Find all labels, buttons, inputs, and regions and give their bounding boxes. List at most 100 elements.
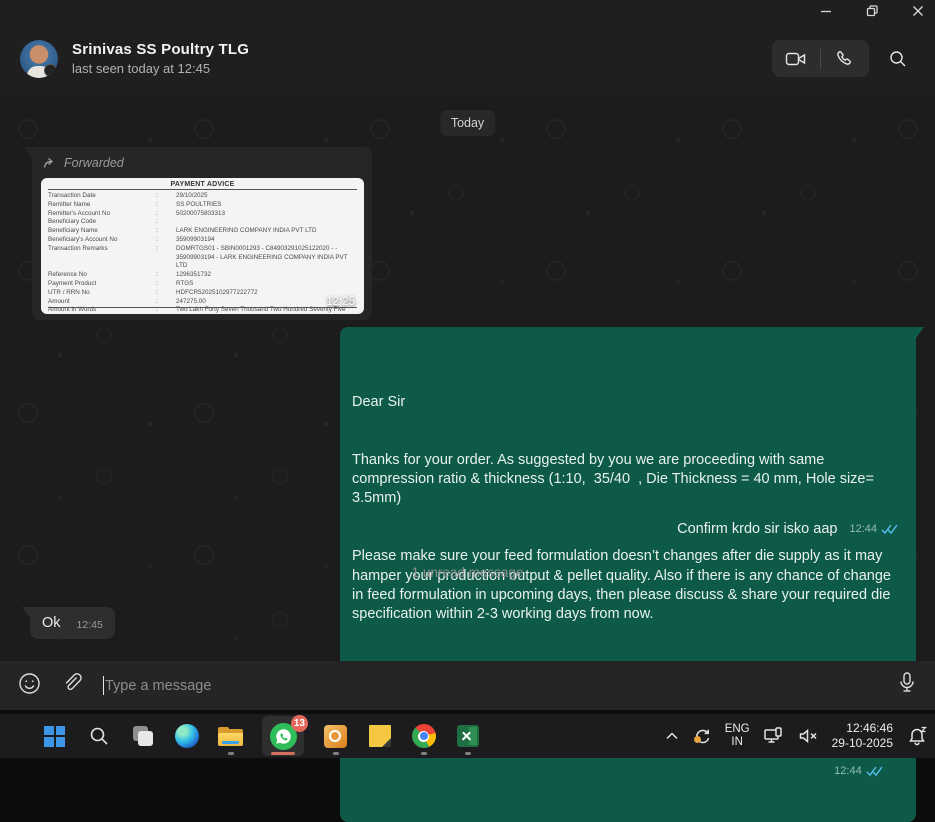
payment-divider-bottom bbox=[48, 307, 357, 308]
payment-row: UTR / RRN No : HDFCR52025102977222772 bbox=[48, 289, 357, 298]
chrome-icon bbox=[412, 724, 436, 748]
taskbar-clock[interactable]: 12:46:46 29-10-2025 bbox=[832, 721, 893, 751]
sticky-notes-icon bbox=[369, 725, 391, 747]
edge-icon bbox=[175, 724, 199, 748]
title-bar bbox=[0, 0, 935, 22]
sticky-notes-button[interactable] bbox=[367, 716, 392, 756]
bubble-tail bbox=[916, 327, 924, 338]
voice-call-button[interactable] bbox=[828, 42, 862, 76]
message-input[interactable]: Type a message bbox=[103, 676, 877, 695]
bubble-tail bbox=[22, 607, 30, 618]
payment-row-label: Beneficiary Code bbox=[48, 218, 138, 227]
chrome-button[interactable] bbox=[411, 716, 436, 756]
payment-row-value bbox=[176, 218, 357, 227]
running-indicator bbox=[421, 752, 427, 755]
task-view-button[interactable] bbox=[130, 716, 155, 756]
payment-row-value: 1296351732 bbox=[176, 271, 357, 280]
folder-icon bbox=[218, 727, 243, 746]
volume-muted-icon bbox=[798, 727, 819, 745]
running-indicator bbox=[228, 752, 234, 755]
payment-row: Beneficiary's Account No : 35909903194 bbox=[48, 236, 357, 245]
payment-row-label: Beneficiary Name bbox=[48, 227, 138, 236]
language-line2: IN bbox=[725, 736, 750, 749]
payment-row-label: Transaction Remarks bbox=[48, 245, 138, 271]
contact-name: Srinivas SS Poultry TLG bbox=[72, 41, 772, 58]
contact-info[interactable]: Srinivas SS Poultry TLG last seen today … bbox=[72, 41, 772, 76]
taskbar-apps: 13 bbox=[42, 714, 480, 758]
running-indicator bbox=[465, 752, 471, 755]
avatar[interactable] bbox=[20, 40, 58, 78]
message-meta: 12:44 bbox=[849, 523, 898, 535]
message-time: 12:45 bbox=[77, 619, 103, 631]
window-controls bbox=[819, 0, 925, 22]
payment-row-label: UTR / RRN No bbox=[48, 289, 138, 298]
payment-row-colon: : bbox=[138, 192, 176, 201]
conversation-panel[interactable]: Today Forwarded PAYMENT ADVICE Transacti… bbox=[0, 95, 935, 661]
message-time: 12:44 bbox=[849, 523, 877, 535]
payment-row-colon: : bbox=[138, 298, 176, 307]
message-line: Please make sure your feed formulation d… bbox=[352, 547, 904, 624]
notification-center-button[interactable] bbox=[906, 726, 927, 746]
search-icon bbox=[88, 725, 110, 747]
incoming-forwarded-message[interactable]: Forwarded PAYMENT ADVICE Transaction Dat… bbox=[32, 147, 372, 320]
message-line: Thanks for your order. As suggested by y… bbox=[352, 451, 904, 509]
input-placeholder: Type a message bbox=[105, 678, 211, 694]
excel-icon bbox=[457, 725, 479, 747]
restore-button[interactable] bbox=[865, 4, 879, 18]
message-composer: Type a message bbox=[0, 661, 935, 710]
incoming-message-ok[interactable]: Ok 12:45 bbox=[30, 607, 115, 639]
forwarded-label: Forwarded bbox=[64, 156, 124, 170]
language-indicator[interactable]: ENG IN bbox=[725, 723, 750, 749]
payment-row: Transaction Date : 29/10/2025 bbox=[48, 192, 357, 201]
start-button[interactable] bbox=[42, 716, 67, 756]
network-button[interactable] bbox=[763, 726, 785, 746]
bubble-tail bbox=[24, 147, 32, 158]
minimize-button[interactable] bbox=[819, 4, 833, 18]
whatsapp-window: Srinivas SS Poultry TLG last seen today … bbox=[0, 0, 935, 758]
payment-row: Beneficiary Name : LARK ENGINEERING COMP… bbox=[48, 227, 357, 236]
payment-row-label: Remitter's Account No bbox=[48, 210, 138, 219]
emoji-button[interactable] bbox=[18, 672, 41, 700]
payment-row-label: Transaction Date bbox=[48, 192, 138, 201]
payment-row-colon: : bbox=[138, 289, 176, 298]
call-button-group bbox=[772, 40, 869, 77]
payment-row: Transaction Remarks : DOMRTGS01 - SBIN00… bbox=[48, 245, 357, 271]
tray-overflow-button[interactable] bbox=[664, 731, 680, 741]
windows-taskbar: 13 bbox=[0, 714, 935, 758]
payment-row-value: 50200075803313 bbox=[176, 210, 357, 219]
message-line: Dear Sir bbox=[352, 393, 904, 412]
payment-row-label: Payment Product bbox=[48, 280, 138, 289]
payment-row-label: Beneficiary's Account No bbox=[48, 236, 138, 245]
file-explorer-button[interactable] bbox=[218, 716, 243, 756]
tray-date: 29-10-2025 bbox=[832, 736, 893, 751]
system-tray: ENG IN 12:46:46 29-10-2025 bbox=[664, 714, 927, 758]
excel-button[interactable] bbox=[455, 716, 480, 756]
payment-row-colon: : bbox=[138, 236, 176, 245]
avatar-watch-badge bbox=[44, 64, 57, 77]
payment-divider-top bbox=[48, 189, 357, 190]
payment-row-colon: : bbox=[138, 245, 176, 271]
read-receipt-icon bbox=[881, 524, 898, 535]
language-line1: ENG bbox=[725, 723, 750, 736]
payment-row-value: 35909903194 bbox=[176, 236, 357, 245]
outgoing-message-short[interactable]: Confirm krdo sir isko aap 12:44 bbox=[665, 513, 910, 545]
search-chat-button[interactable] bbox=[881, 42, 915, 76]
payment-row-label: Amount bbox=[48, 298, 138, 307]
attach-button[interactable] bbox=[61, 672, 83, 700]
payment-row-label: Remitter Name bbox=[48, 201, 138, 210]
outlook-button[interactable] bbox=[323, 716, 348, 756]
close-button[interactable] bbox=[911, 4, 925, 18]
volume-button[interactable] bbox=[798, 727, 819, 745]
voice-record-button[interactable] bbox=[897, 671, 917, 700]
forwarded-indicator: Forwarded bbox=[41, 156, 364, 170]
taskbar-search-button[interactable] bbox=[86, 716, 111, 756]
whatsapp-button[interactable]: 13 bbox=[262, 716, 304, 756]
message-time: 12:25 bbox=[326, 296, 355, 308]
sync-status-button[interactable] bbox=[693, 727, 712, 746]
payment-advice-image[interactable]: PAYMENT ADVICE Transaction Date : 29/10/… bbox=[41, 178, 364, 314]
tray-time: 12:46:46 bbox=[832, 721, 893, 736]
edge-button[interactable] bbox=[174, 716, 199, 756]
video-call-button[interactable] bbox=[779, 42, 813, 76]
payment-row: Reference No : 1296351732 bbox=[48, 271, 357, 280]
payment-row-colon: : bbox=[138, 218, 176, 227]
